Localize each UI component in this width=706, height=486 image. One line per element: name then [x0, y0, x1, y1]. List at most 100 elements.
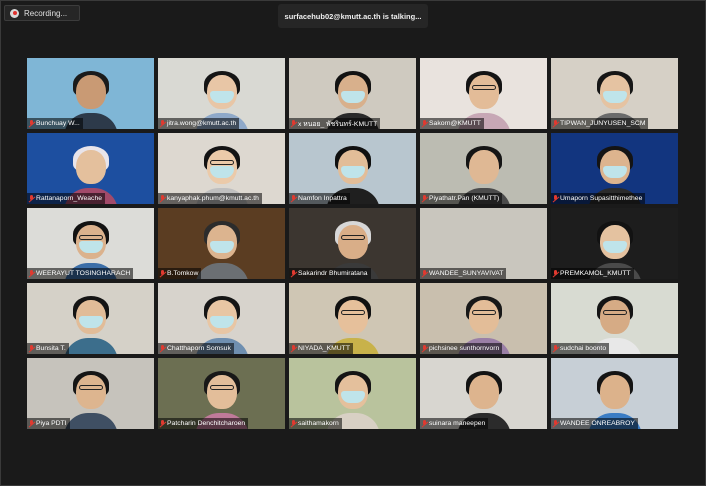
participant-name: suinara maneepen: [429, 420, 486, 427]
participant-video: [194, 221, 249, 279]
participant-name: PREMKAMOL_KMUTT: [560, 270, 631, 277]
participant-name-label: Rattanaporn_Weache: [27, 193, 106, 204]
participant-name-label: Umaporn Supasitthimethee: [551, 193, 646, 204]
participant-name-label: WANDEE ONREABROY: [551, 418, 638, 429]
participant-name-label: Chatthaporn Somsuk: [158, 343, 234, 354]
mic-muted-icon: [291, 120, 296, 127]
participant-tile[interactable]: Piya PDTI: [27, 358, 154, 429]
mic-muted-icon: [422, 345, 427, 352]
mic-muted-icon: [291, 345, 296, 352]
active-speaker-banner: surfacehub02@kmutt.ac.th is talking...: [278, 4, 428, 28]
participant-name-label: Sakarindr Bhumiratana: [289, 268, 371, 279]
participant-tile[interactable]: saithamakorn: [289, 358, 416, 429]
participant-tile[interactable]: PREMKAMOL_KMUTT: [551, 208, 678, 279]
participant-name-label: jitra.wong@kmutt.ac.th: [158, 118, 240, 129]
participant-name: Bunsita T.: [36, 345, 66, 352]
mic-muted-icon: [291, 195, 296, 202]
participant-name-label: Piyathatr.Pan (KMUTT): [420, 193, 503, 204]
mic-muted-icon: [29, 345, 34, 352]
participant-name: B.Tomkow: [167, 270, 199, 277]
participant-tile[interactable]: Umaporn Supasitthimethee: [551, 133, 678, 204]
participant-tile[interactable]: x หนอย_ พัชรินทร์-KMUTT: [289, 58, 416, 129]
participant-name: x หนอย_ พัชรินทร์-KMUTT: [298, 121, 378, 128]
participant-tile[interactable]: NIYADA_KMUTT: [289, 283, 416, 354]
participant-name-label: x หนอย_ พัชรินทร์-KMUTT: [289, 118, 381, 129]
participant-tile[interactable]: WANDEE ONREABROY: [551, 358, 678, 429]
participant-name-label: Namfon Inpattra: [289, 193, 350, 204]
mic-muted-icon: [553, 195, 558, 202]
participant-name-label: PREMKAMOL_KMUTT: [551, 268, 634, 279]
video-gallery: Bunchuay W... jitra.wong@kmutt.ac.th x หนอ…: [27, 58, 678, 429]
participant-tile[interactable]: Sakorn@KMUTT: [420, 58, 547, 129]
participant-name-label: Bunchuay W...: [27, 118, 83, 129]
participant-name: sudchai boonto: [560, 345, 607, 352]
participant-name-label: Patcharin Denchitcharoen: [158, 418, 249, 429]
participant-name: Umaporn Supasitthimethee: [560, 195, 643, 202]
mic-muted-icon: [29, 120, 34, 127]
mic-muted-icon: [553, 420, 558, 427]
participant-name: Piya PDTI: [36, 420, 67, 427]
participant-tile[interactable]: Piyathatr.Pan (KMUTT): [420, 133, 547, 204]
mic-muted-icon: [422, 270, 427, 277]
participant-name-label: WANDEE_SUNYAVIVAT: [420, 268, 507, 279]
mic-muted-icon: [422, 420, 427, 427]
mic-muted-icon: [160, 270, 165, 277]
participant-name: Patcharin Denchitcharoen: [167, 420, 246, 427]
participant-name: jitra.wong@kmutt.ac.th: [167, 120, 237, 127]
mic-muted-icon: [29, 420, 34, 427]
participant-name-label: kanyaphak.phum@kmutt.ac.th: [158, 193, 262, 204]
participant-tile[interactable]: B.Tomkow: [158, 208, 285, 279]
participant-tile[interactable]: kanyaphak.phum@kmutt.ac.th: [158, 133, 285, 204]
participant-name: saithamakorn: [298, 420, 339, 427]
mic-muted-icon: [422, 195, 427, 202]
participant-name: NIYADA_KMUTT: [298, 345, 350, 352]
mic-muted-icon: [553, 270, 558, 277]
participant-name: Sakorn@KMUTT: [429, 120, 481, 127]
mic-muted-icon: [29, 195, 34, 202]
mic-muted-icon: [553, 345, 558, 352]
record-icon: [10, 8, 19, 18]
recording-indicator[interactable]: Recording...: [4, 5, 80, 21]
participant-tile[interactable]: TIPWAN_JUNYUSEN_SCM: [551, 58, 678, 129]
participant-video: [63, 296, 118, 354]
participant-tile[interactable]: Patcharin Denchitcharoen: [158, 358, 285, 429]
participant-tile[interactable]: Bunchuay W...: [27, 58, 154, 129]
participant-tile[interactable]: Sakarindr Bhumiratana: [289, 208, 416, 279]
participant-tile[interactable]: Bunsita T.: [27, 283, 154, 354]
participant-tile[interactable]: jitra.wong@kmutt.ac.th: [158, 58, 285, 129]
participant-tile[interactable]: pichsinee sunthornvorn: [420, 283, 547, 354]
mic-muted-icon: [422, 120, 427, 127]
participant-name-label: suinara maneepen: [420, 418, 489, 429]
participant-name-label: sudchai boonto: [551, 343, 610, 354]
mic-muted-icon: [160, 195, 165, 202]
participant-name-label: Bunsita T.: [27, 343, 69, 354]
participant-name: Piyathatr.Pan (KMUTT): [429, 195, 500, 202]
participant-name-label: TIPWAN_JUNYUSEN_SCM: [551, 118, 649, 129]
participant-tile[interactable]: Rattanaporn_Weache: [27, 133, 154, 204]
participant-tile[interactable]: WANDEE_SUNYAVIVAT: [420, 208, 547, 279]
participant-name-label: B.Tomkow: [158, 268, 202, 279]
participant-name: Sakarindr Bhumiratana: [298, 270, 368, 277]
participant-name: kanyaphak.phum@kmutt.ac.th: [167, 195, 259, 202]
mic-muted-icon: [160, 420, 165, 427]
participant-name: WANDEE ONREABROY: [560, 420, 635, 427]
participant-name: WANDEE_SUNYAVIVAT: [429, 270, 504, 277]
participant-name: pichsinee sunthornvorn: [429, 345, 500, 352]
mic-muted-icon: [291, 420, 296, 427]
active-speaker-text: surfacehub02@kmutt.ac.th is talking...: [284, 11, 422, 21]
participant-tile[interactable]: suinara maneepen: [420, 358, 547, 429]
participant-name-label: NIYADA_KMUTT: [289, 343, 353, 354]
participant-tile[interactable]: sudchai boonto: [551, 283, 678, 354]
mic-muted-icon: [553, 120, 558, 127]
participant-name: Chatthaporn Somsuk: [167, 345, 231, 352]
participant-name: Rattanaporn_Weache: [36, 195, 103, 202]
participant-tile[interactable]: Chatthaporn Somsuk: [158, 283, 285, 354]
participant-name: WEERAYUT TOSINGHARACH: [36, 270, 131, 277]
participant-tile[interactable]: WEERAYUT TOSINGHARACH: [27, 208, 154, 279]
participant-name: TIPWAN_JUNYUSEN_SCM: [560, 120, 646, 127]
participant-tile[interactable]: Namfon Inpattra: [289, 133, 416, 204]
participant-name-label: WEERAYUT TOSINGHARACH: [27, 268, 134, 279]
mic-muted-icon: [160, 120, 165, 127]
recording-label: Recording...: [24, 8, 68, 18]
participant-name-label: Sakorn@KMUTT: [420, 118, 484, 129]
